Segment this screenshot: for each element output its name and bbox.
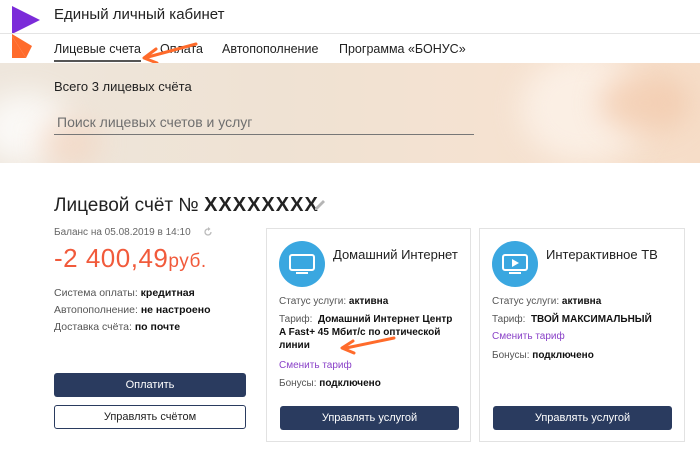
monitor-icon [279, 241, 325, 287]
service-bonus-row: Бонусы: подключено [279, 378, 381, 389]
pencil-icon[interactable] [313, 197, 327, 211]
app-header: Единый личный кабинет [0, 0, 700, 58]
service-tariff-row: Тариф: ТВОЙ МАКСИМАЛЬНЫЙ [492, 314, 652, 325]
search-field[interactable] [54, 109, 474, 135]
change-tariff-link[interactable]: Сменить тариф [492, 331, 565, 342]
account-title-prefix: Лицевой счёт № [54, 195, 199, 216]
tv-play-icon [492, 241, 538, 287]
balance-value: -2 400,49 [54, 243, 169, 273]
account-number: XXXXXXXX [204, 194, 319, 216]
balance-currency: руб. [168, 251, 207, 272]
change-tariff-link[interactable]: Сменить тариф [279, 360, 352, 371]
service-title: Интерактивное ТВ [546, 247, 658, 262]
refresh-icon[interactable] [203, 227, 213, 237]
manage-service-button[interactable]: Управлять услугой [493, 406, 672, 430]
autopay-row: Автопополнение: не настроено [54, 304, 211, 316]
balance-date: Баланс на 05.08.2019 в 14:10 [54, 227, 191, 238]
pay-button[interactable]: Оплатить [54, 373, 246, 397]
nav-item-accounts[interactable]: Лицевые счета [54, 42, 141, 62]
manage-account-button[interactable]: Управлять счётом [54, 405, 246, 429]
accounts-count: Всего 3 лицевых счёта [54, 79, 192, 94]
search-input[interactable] [54, 109, 474, 134]
balance-amount: -2 400,49руб. [54, 243, 207, 274]
delivery-row: Доставка счёта: по почте [54, 321, 181, 333]
main-nav: Лицевые счета Оплата Автопополнение Прог… [0, 33, 700, 64]
service-card-tv: Интерактивное ТВ Статус услуги: активна … [479, 228, 685, 442]
service-status-row: Статус услуги: активна [492, 296, 602, 307]
manage-service-button[interactable]: Управлять услугой [280, 406, 459, 430]
app-title: Единый личный кабинет [54, 6, 225, 23]
nav-item-autopay[interactable]: Автопополнение [222, 42, 318, 56]
service-title: Домашний Интернет [333, 247, 458, 262]
service-bonus-row: Бонусы: подключено [492, 350, 594, 361]
payment-system-row: Система оплаты: кредитная [54, 287, 195, 299]
service-status-row: Статус услуги: активна [279, 296, 389, 307]
hero-banner: Всего 3 лицевых счёта [0, 63, 700, 163]
nav-item-bonus[interactable]: Программа «БОНУС» [339, 42, 466, 56]
annotation-arrow-tariff [340, 336, 396, 355]
annotation-arrow-nav [142, 42, 198, 64]
account-title: Лицевой счёт № XXXXXXXX [54, 194, 319, 217]
